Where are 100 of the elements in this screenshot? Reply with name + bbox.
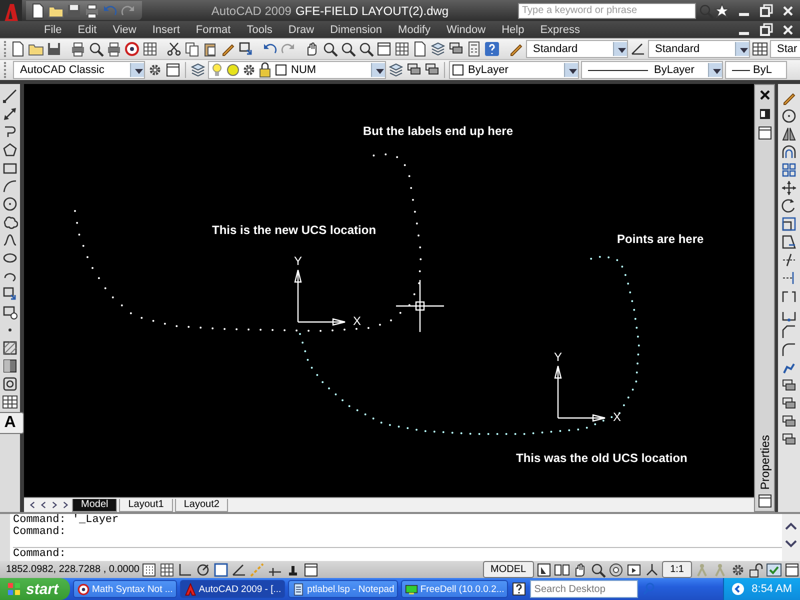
text-style-dropdown[interactable]: Standard	[526, 40, 628, 58]
chamfer-icon[interactable]	[781, 324, 797, 340]
region-icon[interactable]	[2, 376, 18, 392]
workspace-dropdown[interactable]: AutoCAD Classic	[13, 61, 145, 79]
menu-item[interactable]: Dimension	[322, 24, 390, 36]
model-view-icon[interactable]	[536, 562, 552, 578]
stretch-icon[interactable]	[781, 234, 797, 250]
print-icon[interactable]	[84, 2, 100, 18]
text-tool[interactable]: A	[0, 412, 24, 434]
menu-item[interactable]: View	[104, 24, 144, 36]
array-icon[interactable]	[781, 162, 797, 178]
menu-item[interactable]: Modify	[390, 24, 438, 36]
new-file-icon[interactable]	[30, 2, 46, 18]
axis-label: X	[613, 410, 622, 424]
menu-item[interactable]: File	[36, 24, 70, 36]
zoom-icon[interactable]	[322, 41, 338, 57]
next-tab-icon[interactable]	[50, 500, 59, 510]
offset-icon[interactable]	[781, 144, 797, 160]
cloud-icon[interactable]	[2, 214, 18, 230]
construction-line-icon[interactable]	[2, 106, 18, 122]
fillet-icon[interactable]	[781, 342, 797, 358]
polar-icon[interactable]	[195, 562, 212, 578]
taskbar-button[interactable]: ptlabel.lsp - Notepad	[288, 580, 398, 598]
make-block-icon[interactable]	[2, 304, 18, 320]
arc-icon[interactable]	[2, 178, 18, 194]
dimension-style-dropdown[interactable]: Standard	[648, 40, 750, 58]
menu-item[interactable]: Tools	[238, 24, 280, 36]
rotate-icon[interactable]	[781, 198, 797, 214]
table-icon[interactable]	[2, 394, 18, 410]
grid-icon[interactable]	[159, 562, 176, 578]
file-name: GFE-FIELD LAYOUT(2).dwg	[295, 4, 449, 18]
ucs-icon[interactable]	[231, 562, 248, 578]
paste-icon[interactable]	[202, 41, 218, 57]
table-style-dropdown[interactable]: Star	[770, 40, 800, 58]
cut-icon[interactable]	[166, 41, 182, 57]
menu-item[interactable]: Window	[438, 24, 494, 36]
settings-icon[interactable]	[147, 62, 163, 78]
star-icon[interactable]	[714, 2, 730, 18]
hatch-icon[interactable]	[2, 340, 18, 356]
last-tab-icon[interactable]	[61, 500, 70, 510]
ucs-icon	[554, 365, 606, 422]
snap-icon[interactable]	[141, 562, 158, 578]
annotation-text: This was the old UCS location	[516, 451, 688, 465]
help-icon[interactable]	[511, 581, 528, 597]
menu-item[interactable]: Edit	[70, 24, 105, 36]
lineweight-dropdown[interactable]: ByL	[725, 61, 787, 79]
mirror-icon[interactable]	[781, 126, 797, 142]
zoom-icon[interactable]	[590, 562, 606, 578]
save-icon[interactable]	[46, 41, 62, 57]
linetype-dropdown[interactable]: ByLayer	[581, 61, 723, 79]
layer-dropdown[interactable]: NUM	[208, 61, 386, 79]
circle-icon[interactable]	[2, 196, 18, 212]
color-dropdown[interactable]: ByLayer	[449, 61, 579, 79]
polyline-icon[interactable]	[2, 124, 18, 140]
print-icon[interactable]	[70, 41, 86, 57]
polygon-icon[interactable]	[2, 142, 18, 158]
line-icon[interactable]	[2, 88, 18, 104]
steering-wheel-icon[interactable]	[608, 562, 624, 578]
chevron-icon[interactable]	[730, 581, 746, 597]
first-tab-icon[interactable]	[28, 500, 37, 510]
desktop-search-field[interactable]: Search Desktop	[530, 580, 638, 598]
new-file-icon[interactable]	[10, 41, 26, 57]
clock: 8:54 AM	[752, 583, 792, 595]
previous-tab-icon[interactable]	[39, 500, 48, 510]
taskbar-button[interactable]: AutoCAD 2009 - [...	[180, 580, 286, 598]
layout-tab[interactable]: Layout1	[119, 498, 173, 512]
zoom-window-icon[interactable]	[340, 41, 356, 57]
restore-icon[interactable]	[758, 22, 774, 38]
object-snap-icon[interactable]	[213, 562, 230, 578]
menu-item[interactable]: Help	[494, 24, 532, 36]
layout-tab[interactable]: Layout2	[174, 498, 228, 512]
menu-item[interactable]: Format	[188, 24, 239, 36]
unlock-icon[interactable]	[748, 562, 764, 578]
palette-title[interactable]: Properties	[758, 435, 772, 490]
ortho-icon[interactable]	[177, 562, 194, 578]
grip-handle[interactable]	[0, 514, 10, 561]
move-icon[interactable]	[781, 180, 797, 196]
restore-icon[interactable]	[758, 2, 774, 18]
calculator-icon[interactable]	[466, 41, 482, 57]
trim-icon[interactable]	[781, 252, 797, 268]
zoom-previous-icon[interactable]	[358, 41, 374, 57]
search-field[interactable]: Type a keyword or phrase	[518, 2, 696, 18]
menu-item[interactable]: Express	[532, 24, 588, 36]
spline-icon[interactable]	[2, 232, 18, 248]
insert-block-icon[interactable]	[2, 286, 18, 302]
model-space-toggle[interactable]: MODEL	[482, 561, 534, 578]
annotation-scale[interactable]: 1:1	[662, 561, 692, 578]
menu-item[interactable]: Insert	[144, 24, 188, 36]
checked-window-icon[interactable]	[766, 562, 782, 578]
layout-tab[interactable]: Model	[72, 498, 118, 512]
gradient-icon[interactable]	[2, 358, 18, 374]
menu-item[interactable]: Draw	[280, 24, 322, 36]
taskbar-button[interactable]: FreeDell (10.0.0.2...	[401, 580, 508, 598]
layout-view-icon[interactable]	[554, 562, 570, 578]
color-swatch-icon	[273, 62, 289, 78]
taskbar-button[interactable]: Math Syntax Not ...	[73, 580, 177, 598]
dimension-style-icon[interactable]	[630, 41, 646, 57]
tracking-icon[interactable]	[249, 562, 266, 578]
show-motion-icon[interactable]	[626, 562, 642, 578]
scale-icon[interactable]	[781, 216, 797, 232]
